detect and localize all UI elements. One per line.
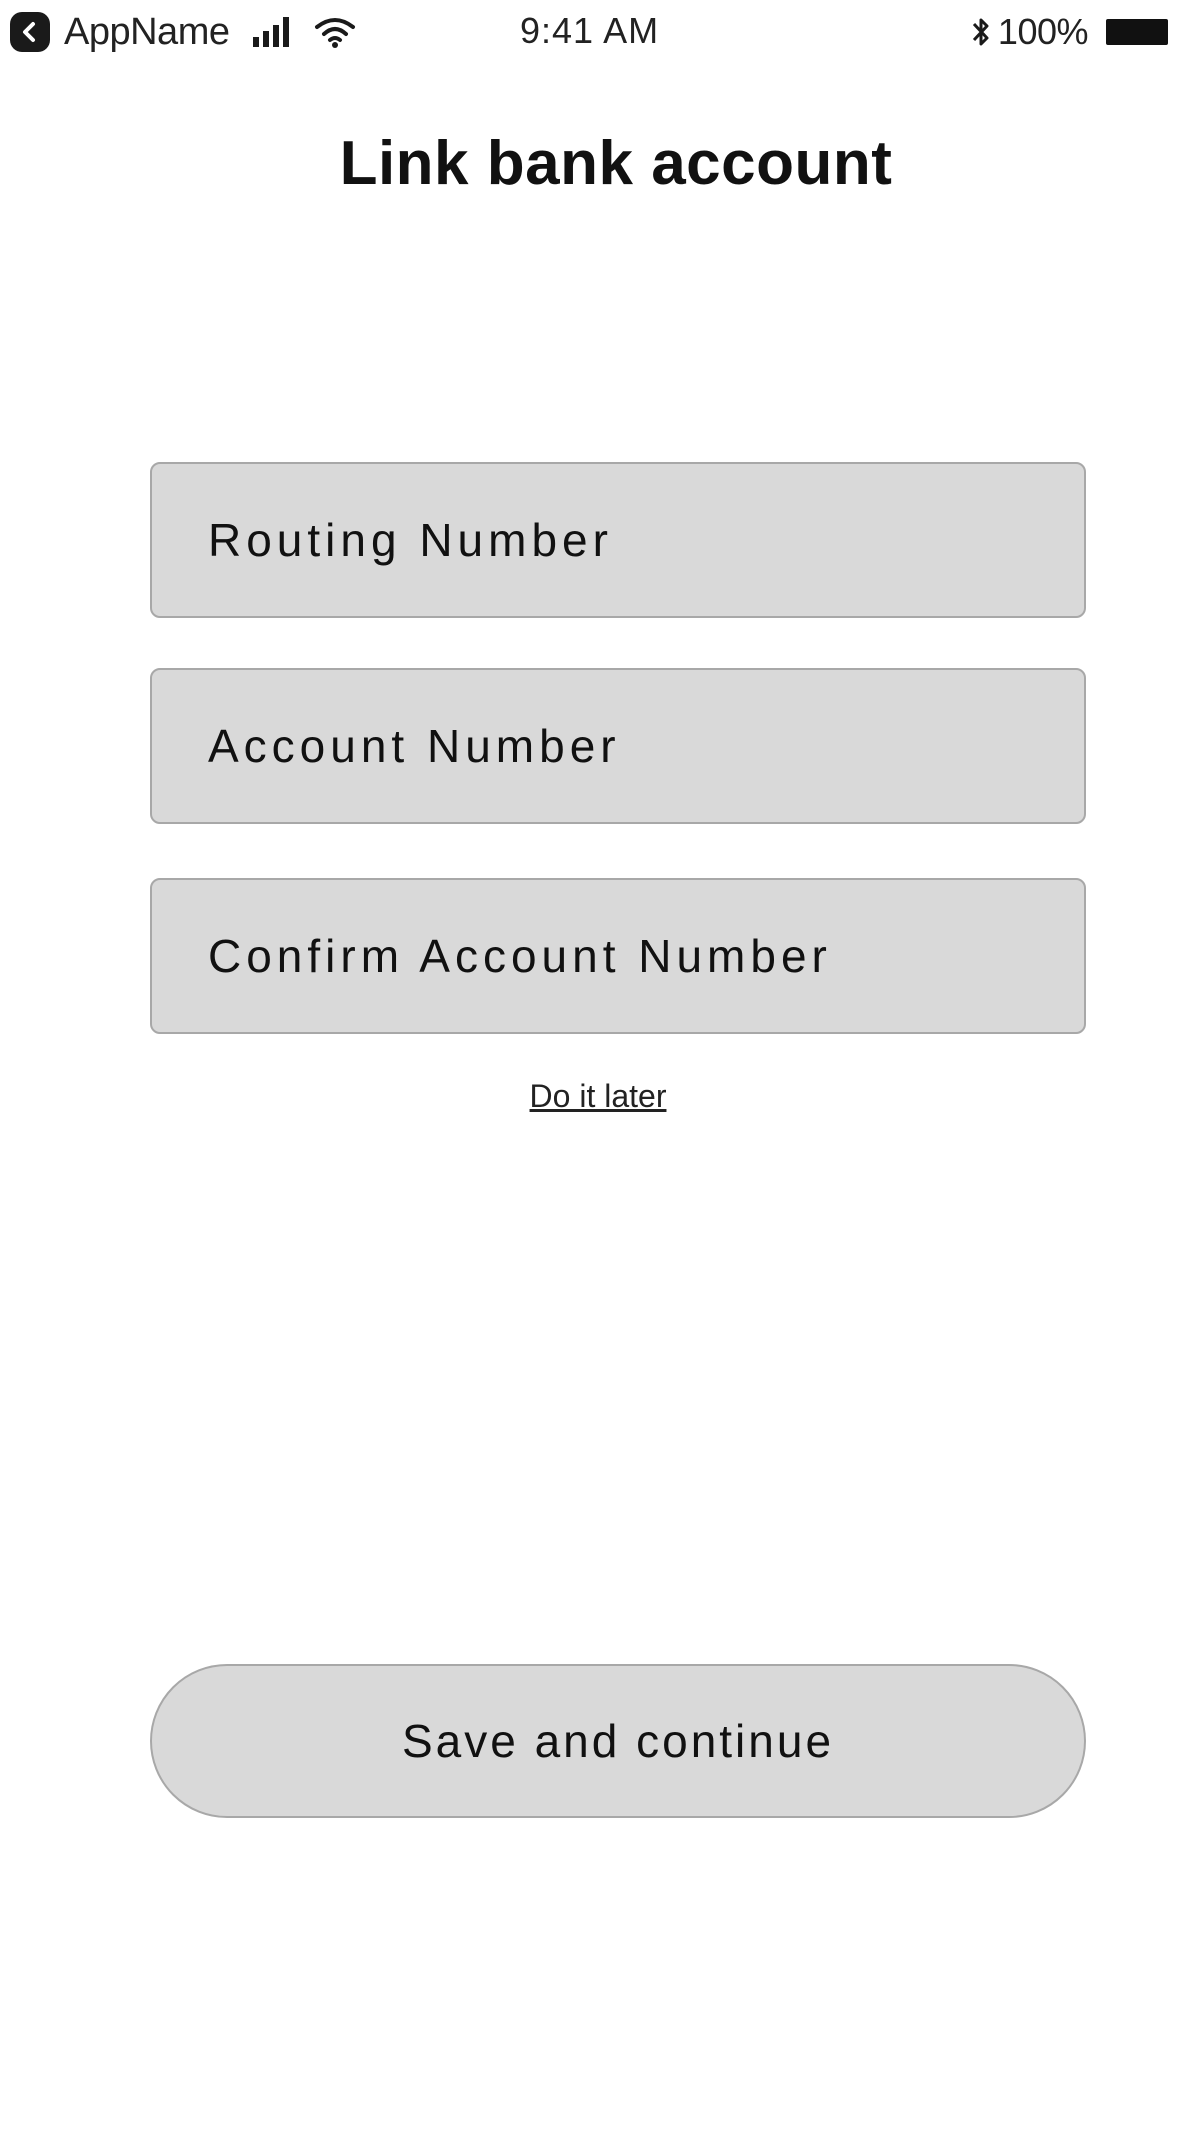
account-number-field[interactable] bbox=[150, 668, 1086, 824]
back-icon[interactable] bbox=[10, 12, 50, 52]
routing-number-field[interactable] bbox=[150, 462, 1086, 618]
app-name: AppName bbox=[64, 10, 230, 53]
confirm-account-number-field[interactable] bbox=[150, 878, 1086, 1034]
battery-icon bbox=[1106, 19, 1168, 45]
save-and-continue-button[interactable]: Save and continue bbox=[150, 1664, 1086, 1818]
bluetooth-icon bbox=[972, 18, 989, 46]
routing-number-input[interactable] bbox=[152, 464, 1084, 616]
do-it-later-link[interactable]: Do it later bbox=[0, 1078, 1196, 1115]
status-time: 9:41 AM bbox=[520, 10, 660, 51]
confirm-account-number-input[interactable] bbox=[152, 880, 1084, 1032]
wifi-icon bbox=[315, 18, 356, 48]
page-title: Link bank account bbox=[339, 129, 893, 198]
battery-percent: 100% bbox=[997, 11, 1089, 52]
signal-icon bbox=[253, 17, 293, 47]
status-right: 100% bbox=[970, 11, 1168, 52]
status-left: AppName bbox=[10, 10, 357, 53]
status-bar: AppName 9:41 AM 100% bbox=[0, 0, 1200, 62]
account-number-input[interactable] bbox=[152, 670, 1084, 822]
